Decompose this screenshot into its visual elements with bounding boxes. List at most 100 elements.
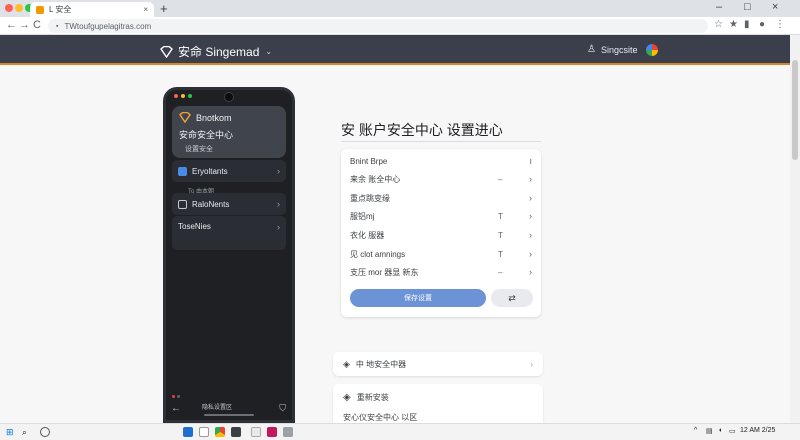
site-header: 安命 Singemad ⌄ ♙ Singcsite: [0, 35, 790, 65]
scrollbar-thumb[interactable]: [792, 60, 798, 160]
phone-item-label: ToseNies: [178, 222, 211, 231]
section-sub-label: 安心仪安全中心 以区: [343, 413, 418, 422]
browser-tab-active[interactable]: L 安全 ×: [30, 2, 154, 17]
chevron-right-icon: ›: [277, 199, 280, 209]
url-input[interactable]: ▪ TWtoufgupelagitras.com: [48, 19, 708, 33]
chevron-right-icon: ›: [529, 211, 532, 221]
chevron-right-icon: ›: [529, 267, 532, 277]
window-minimize-button[interactable]: –: [716, 1, 722, 13]
settings-row[interactable]: 衣化 服器 T ›: [350, 226, 534, 244]
diamond-icon: ◈: [343, 392, 351, 403]
phone-header-card[interactable]: Bnotkom 安命安全中心 设置安全: [172, 106, 286, 158]
task-view-icon[interactable]: [40, 427, 50, 437]
settings-row-label: 衣化 服器: [350, 230, 385, 240]
title-divider: [341, 141, 541, 142]
shield-icon[interactable]: ⛉: [279, 403, 286, 414]
phone-window-dots: [174, 94, 192, 98]
header-user[interactable]: ♙ Singcsite: [587, 44, 638, 55]
security-section-row[interactable]: ◈ 中 地安全中器 ›: [333, 352, 543, 376]
battery-icon[interactable]: ▭: [729, 427, 736, 435]
home-indicator[interactable]: [204, 414, 254, 416]
checkbox-icon: [178, 166, 187, 176]
chevron-right-icon: ›: [277, 222, 280, 232]
volume-icon[interactable]: ◖: [718, 427, 722, 434]
taskbar-app-icon[interactable]: [183, 427, 193, 437]
window-close-button[interactable]: ×: [772, 1, 778, 13]
user-label: Singcsite: [600, 44, 638, 55]
section-label: 中 地安全中器: [355, 359, 407, 369]
chat-icon: [178, 199, 187, 209]
chevron-right-icon: ›: [529, 230, 532, 240]
tab-close-icon[interactable]: ×: [143, 5, 148, 14]
back-button[interactable]: ←: [6, 19, 17, 31]
network-icon[interactable]: ▤: [706, 427, 713, 435]
app-avatar[interactable]: [646, 44, 658, 56]
settings-row[interactable]: 来余 账全中心 – ›: [350, 170, 534, 188]
diamond-icon: ◈: [343, 358, 350, 369]
browser-tab-strip: L 安全 × + – □ ×: [0, 0, 800, 17]
tab-favicon-icon: [36, 5, 44, 14]
diamond-logo-icon: [160, 45, 173, 58]
back-arrow-icon[interactable]: ←: [171, 403, 181, 414]
phone-list-item[interactable]: RaloNents ›: [172, 193, 286, 215]
forward-button[interactable]: →: [19, 19, 30, 31]
start-button[interactable]: ⊞: [6, 427, 14, 438]
clock[interactable]: 12 AM 2/25: [740, 427, 775, 434]
user-icon: ♙: [587, 44, 596, 55]
chevron-right-icon: ›: [277, 166, 280, 176]
phone-card-title: Bnotkom: [196, 112, 232, 123]
browser-menu-icon[interactable]: ⋮: [775, 19, 785, 30]
star-icon[interactable]: ☆: [714, 19, 723, 30]
settings-row-label: 重点跳变缘: [350, 193, 390, 203]
tray-chevron-icon[interactable]: ^: [694, 427, 697, 434]
diamond-logo-icon: [179, 112, 191, 123]
settings-row[interactable]: 支压 mor 器显 新东 – ›: [350, 263, 534, 281]
settings-row-label: 支压 mor 器显 新东: [350, 267, 419, 277]
save-button[interactable]: 保存设置: [350, 289, 486, 307]
settings-row-label: 见 clot amnings: [350, 249, 406, 259]
os-taskbar: ⊞ ⌕ ^ ▤ ◖ ▭ 12 AM 2/25: [0, 423, 800, 440]
lock-icon: ▪: [56, 22, 59, 30]
url-text: TWtoufgupelagitras.com: [64, 21, 152, 31]
phone-list-item[interactable]: ToseNies ›: [172, 216, 286, 250]
settings-row[interactable]: 服铝mj T ›: [350, 207, 534, 225]
chevron-right-icon: ›: [529, 174, 532, 184]
settings-row-label: Bnint Brpe: [350, 156, 388, 166]
reload-button[interactable]: C: [33, 19, 41, 31]
settings-row[interactable]: Bnint Brpe ı: [350, 152, 534, 170]
settings-row[interactable]: 见 clot amnings T ›: [350, 245, 534, 263]
new-tab-button[interactable]: +: [160, 1, 168, 16]
settings-row-label: 来余 账全中心: [350, 174, 401, 184]
extensions-icon[interactable]: ▮: [744, 19, 750, 30]
settings-row[interactable]: 重点跳变缘 ›: [350, 189, 534, 207]
phone-bottom-nav: ← 隐私设置区 ⛉: [166, 390, 292, 420]
search-icon[interactable]: ⌕: [22, 427, 27, 438]
phone-card-caption: 设置安全: [185, 146, 213, 153]
window-maximize-button[interactable]: □: [744, 1, 751, 13]
chrome-icon[interactable]: [215, 427, 225, 437]
phone-card-subtitle: 安命安全中心: [179, 130, 234, 140]
phone-item-label: RaloNents: [192, 199, 230, 209]
row-end-icon: ı: [529, 156, 532, 166]
profile-avatar[interactable]: ●: [759, 19, 765, 30]
taskbar-app-icon[interactable]: [251, 427, 261, 437]
chevron-right-icon: ›: [529, 249, 532, 259]
minimize-window-dot[interactable]: [15, 4, 23, 12]
phone-mockup: Bnotkom 安命安全中心 设置安全 Eryoltants › To 由本朝 …: [163, 87, 295, 423]
brand-switcher[interactable]: 安命 Singemad ⌄: [160, 43, 272, 60]
taskbar-app-icon[interactable]: [267, 427, 277, 437]
taskbar-app-icon[interactable]: [199, 427, 209, 437]
close-window-dot[interactable]: [5, 4, 13, 12]
chevron-down-icon: ⌄: [265, 47, 273, 56]
phone-item-label: Eryoltants: [192, 166, 228, 176]
reinstall-section[interactable]: ◈ 重新安装 安心仪安全中心 以区: [333, 384, 543, 423]
section-label: 重新安装: [356, 393, 389, 402]
browser-address-bar: ← → C ▪ TWtoufgupelagitras.com ☆ ★ ▮ ● ⋮: [0, 17, 800, 35]
tab-title: L 安全: [49, 5, 72, 14]
phone-list-item[interactable]: Eryoltants ›: [172, 160, 286, 182]
settings-card: Bnint Brpe ı 来余 账全中心 – › 重点跳变缘 › 服铝mj T …: [341, 149, 541, 317]
taskbar-app-icon[interactable]: [283, 427, 293, 437]
bookmark-icon[interactable]: ★: [729, 19, 738, 30]
swap-button[interactable]: ⇄: [491, 289, 533, 307]
taskbar-app-icon[interactable]: [231, 427, 241, 437]
